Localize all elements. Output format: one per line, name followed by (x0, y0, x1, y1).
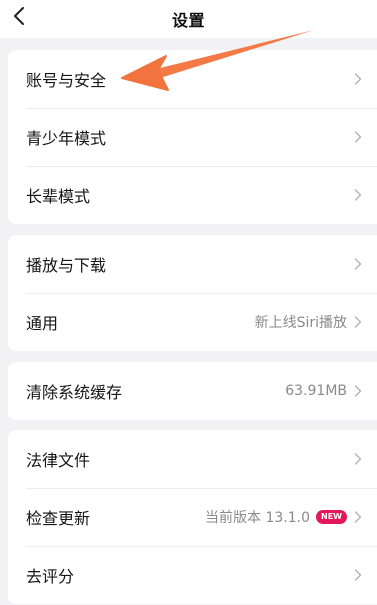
settings-item-label: 法律文件 (26, 451, 91, 470)
settings-item-label: 青少年模式 (26, 129, 107, 148)
settings-item-playback-download[interactable]: 播放与下载 (8, 235, 377, 293)
chevron-right-icon (353, 315, 363, 329)
settings-item-general[interactable]: 通用 新上线Siri播放 (8, 293, 377, 351)
settings-item-label: 去评分 (26, 567, 75, 586)
navigation-bar: 设置 (0, 0, 377, 38)
chevron-right-icon (353, 568, 363, 582)
version-info: 当前版本 13.1.0 NEW (205, 507, 347, 527)
settings-group-cache: 清除系统缓存 63.91MB (8, 362, 377, 420)
page-title: 设置 (171, 11, 205, 30)
settings-item-label: 通用 (26, 314, 59, 333)
settings-item-label: 账号与安全 (26, 71, 107, 90)
settings-item-label: 清除系统缓存 (26, 383, 123, 402)
new-badge: NEW (316, 510, 347, 524)
settings-item-teen-mode[interactable]: 青少年模式 (8, 108, 377, 166)
settings-item-clear-cache[interactable]: 清除系统缓存 63.91MB (8, 362, 377, 420)
settings-item-rate[interactable]: 去评分 (8, 546, 377, 604)
chevron-right-icon (353, 452, 363, 466)
chevron-right-icon (353, 384, 363, 398)
chevron-right-icon (353, 72, 363, 86)
settings-item-value: 新上线Siri播放 (254, 315, 347, 331)
settings-item-check-update[interactable]: 检查更新 当前版本 13.1.0 NEW (8, 488, 377, 546)
settings-item-label: 检查更新 (26, 509, 91, 528)
settings-item-account-security[interactable]: 账号与安全 (8, 50, 377, 108)
settings-group-account: 账号与安全 青少年模式 长辈模式 (8, 50, 377, 224)
version-text: 当前版本 13.1.0 (205, 510, 311, 526)
settings-group-about: 法律文件 检查更新 当前版本 13.1.0 NEW 去评分 (8, 430, 377, 604)
settings-item-label: 播放与下载 (26, 256, 107, 275)
chevron-right-icon (353, 130, 363, 144)
chevron-right-icon (353, 510, 363, 524)
cache-size: 63.91MB (285, 383, 347, 399)
chevron-right-icon (353, 257, 363, 271)
settings-item-label: 长辈模式 (26, 187, 91, 206)
chevron-right-icon (353, 188, 363, 202)
settings-group-playback: 播放与下载 通用 新上线Siri播放 (8, 235, 377, 351)
settings-item-legal[interactable]: 法律文件 (8, 430, 377, 488)
settings-item-elder-mode[interactable]: 长辈模式 (8, 166, 377, 224)
